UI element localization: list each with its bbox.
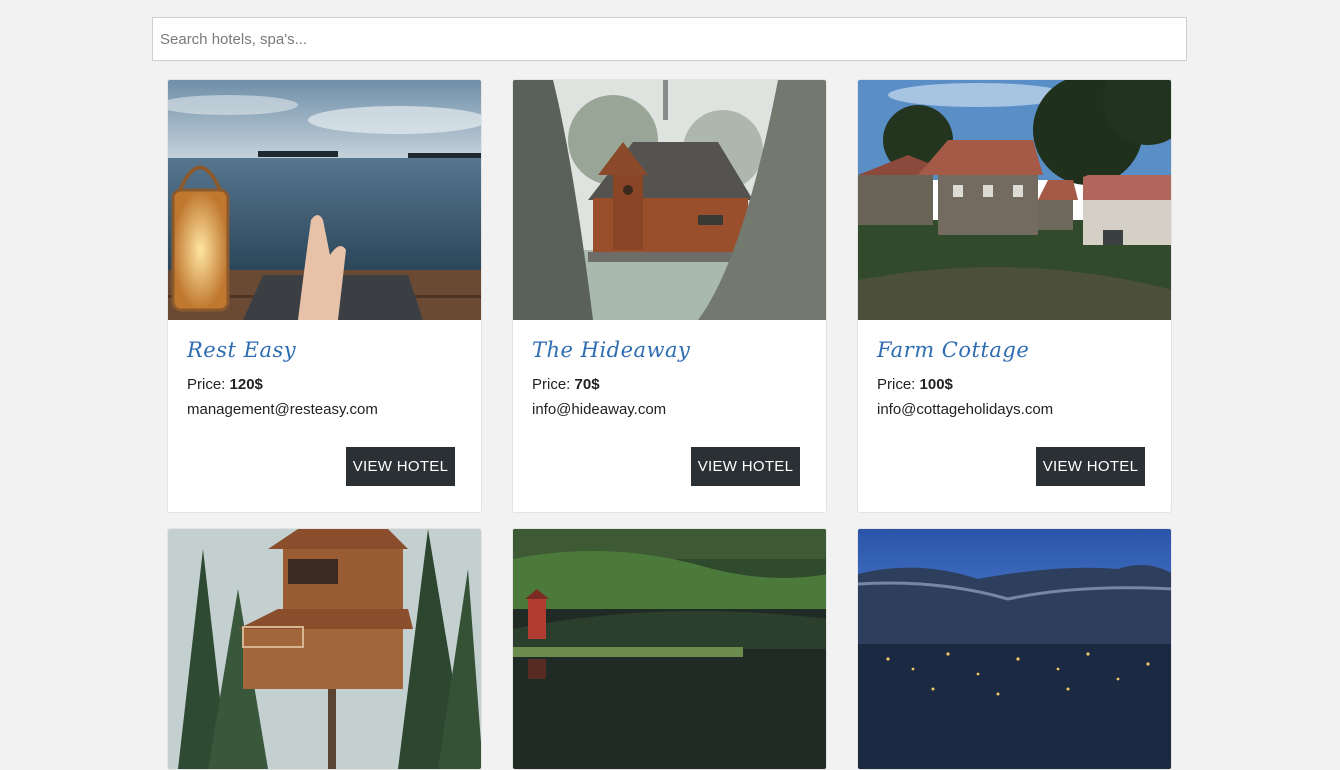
hotel-image-treehouse [168, 529, 481, 769]
hotel-price: Price: 100$ [877, 376, 1152, 393]
hotel-card-rest-easy: Rest Easy Price: 120$ management@resteas… [167, 79, 482, 513]
hotel-email: management@resteasy.com [187, 401, 378, 418]
hotel-card-city-night [857, 528, 1172, 770]
hotel-card-farm-cottage: Farm Cottage Price: 100$ info@cottagehol… [857, 79, 1172, 513]
hotel-name: The Hideaway [532, 338, 691, 362]
hotel-image-lake-forest [513, 529, 826, 769]
search-input[interactable] [152, 17, 1187, 61]
view-hotel-button[interactable]: VIEW HOTEL [691, 447, 800, 486]
price-label: Price: [187, 376, 226, 393]
price-value: 70$ [574, 376, 600, 393]
price-label: Price: [532, 376, 571, 393]
hotel-name: Farm Cottage [877, 338, 1030, 362]
hotel-image-lake-lantern [168, 80, 481, 320]
hotel-image-stone-cottage [858, 80, 1171, 320]
view-hotel-button[interactable]: VIEW HOTEL [346, 447, 455, 486]
hotel-card-the-hideaway: The Hideaway Price: 70$ info@hideaway.co… [512, 79, 827, 513]
hotel-price: Price: 70$ [532, 376, 807, 393]
hotel-image-wooden-cabin [513, 80, 826, 320]
hotel-card-lake-forest [512, 528, 827, 770]
hotel-name: Rest Easy [187, 338, 297, 362]
view-hotel-button[interactable]: VIEW HOTEL [1036, 447, 1145, 486]
hotel-email: info@hideaway.com [532, 401, 667, 418]
hotel-price: Price: 120$ [187, 376, 462, 393]
price-value: 120$ [229, 376, 263, 393]
hotel-email: info@cottageholidays.com [877, 401, 1054, 418]
price-value: 100$ [919, 376, 953, 393]
price-label: Price: [877, 376, 916, 393]
hotel-image-city-mountains-night [858, 529, 1171, 769]
search-bar [152, 17, 1187, 61]
hotel-card-treehouse [167, 528, 482, 770]
